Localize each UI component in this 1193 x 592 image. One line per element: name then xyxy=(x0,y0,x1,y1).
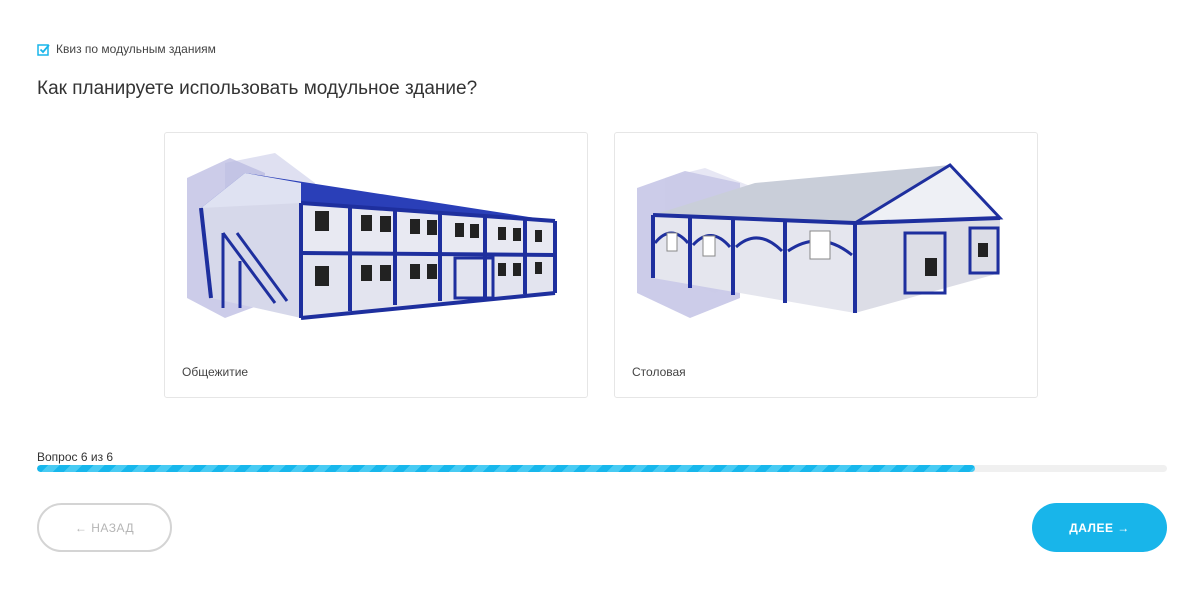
question-title: Как планируете использовать модульное зд… xyxy=(37,78,478,99)
quiz-tag-label: Квиз по модульным зданиям xyxy=(56,42,216,56)
progress-bar xyxy=(37,465,1167,472)
dormitory-image xyxy=(187,153,557,320)
canteen-image xyxy=(637,163,1004,318)
checkbox-icon xyxy=(37,43,50,56)
option-label-dormitory: Общежитие xyxy=(182,365,249,379)
option-card-canteen[interactable]: Столовая xyxy=(614,132,1038,398)
option-label-canteen: Столовая xyxy=(632,365,686,379)
progress-label: Вопрос 6 из 6 xyxy=(37,450,114,464)
option-card-dormitory[interactable]: Общежитие xyxy=(164,132,588,398)
next-button[interactable]: ДАЛЕЕ → xyxy=(1032,503,1167,552)
quiz-tag: Квиз по модульным зданиям xyxy=(37,42,216,56)
back-button[interactable]: ← НАЗАД xyxy=(37,503,172,552)
progress-fill xyxy=(37,465,975,472)
